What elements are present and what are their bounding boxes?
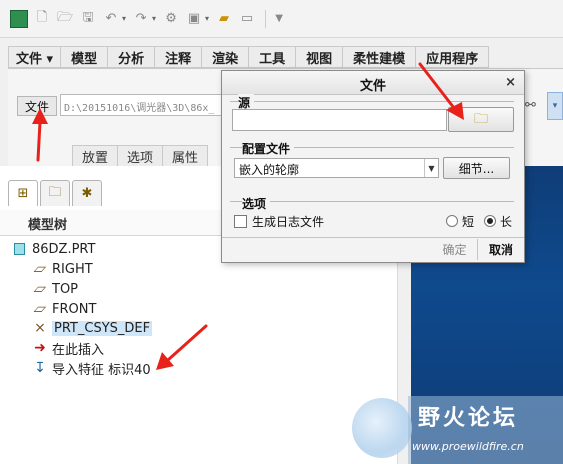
tree-item-import-feature[interactable]: ↧ 导入特征 标识40: [32, 359, 151, 378]
tab-file[interactable]: 文件 ▾: [8, 46, 62, 68]
tab-view[interactable]: 视图: [296, 46, 344, 68]
tab-placement[interactable]: 放置: [72, 145, 119, 167]
folder-icon[interactable]: ▰: [215, 10, 233, 28]
tree-item-label: PRT_CSYS_DEF: [52, 320, 153, 336]
glasses-icon[interactable]: ⚯: [525, 98, 536, 113]
options-dropdown-icon[interactable]: ▾: [547, 92, 563, 120]
cancel-button[interactable]: 取消: [480, 239, 522, 260]
profile-select[interactable]: 嵌入的轮廓 ▼: [234, 158, 439, 178]
radio-short[interactable]: [446, 215, 458, 227]
insert-here-icon: ➜: [34, 340, 46, 356]
datum-plane-icon: ▱: [31, 261, 49, 277]
navigator-tabs: ⊞ 🗀 ✱: [8, 180, 104, 206]
redo-icon[interactable]: ↷: [132, 10, 150, 28]
tree-item-label: 86DZ.PRT: [32, 241, 96, 257]
app-icon[interactable]: [10, 9, 28, 28]
log-file-label: 生成日志文件: [252, 214, 325, 229]
chevron-down-icon[interactable]: ▼: [424, 159, 438, 177]
browse-button[interactable]: 🗀: [448, 107, 514, 132]
log-file-option[interactable]: 生成日志文件: [234, 212, 324, 230]
log-file-checkbox[interactable]: [234, 214, 247, 228]
watermark-text: 野火论坛: [418, 406, 519, 431]
tab-render[interactable]: 渲染: [202, 46, 250, 68]
radio-long-option[interactable]: 长: [484, 212, 512, 230]
source-group: 源: [230, 94, 514, 111]
watermark-url: www.proewildfire.cn: [412, 440, 524, 453]
import-file-button[interactable]: 文件: [17, 96, 57, 116]
datum-plane-icon: ▱: [31, 281, 49, 297]
tab-tools[interactable]: 工具: [249, 46, 297, 68]
source-input[interactable]: [232, 109, 447, 131]
radio-short-option[interactable]: 短: [446, 212, 474, 230]
profile-select-value: 嵌入的轮廓: [239, 163, 300, 177]
save-icon[interactable]: 🖫: [79, 10, 97, 28]
open-icon[interactable]: 🗁: [56, 10, 74, 28]
watermark-logo: [352, 398, 412, 458]
profile-group: 配置文件: [230, 140, 514, 157]
details-button[interactable]: 细节...: [443, 157, 510, 179]
tab-options[interactable]: 选项: [118, 145, 164, 167]
dialog-footer: [222, 237, 524, 262]
tree-item-label: 导入特征 标识40: [52, 362, 151, 378]
folder-open-icon: 🗀: [474, 110, 488, 127]
regenerate-icon[interactable]: ⚙: [162, 10, 180, 28]
close-icon[interactable]: ×: [505, 75, 516, 90]
tree-item-label: FRONT: [52, 301, 97, 317]
folder-browser-tab-icon[interactable]: 🗀: [40, 180, 70, 206]
tree-item-right[interactable]: ▱ RIGHT: [32, 260, 93, 278]
favorites-tab-icon[interactable]: ✱: [72, 180, 102, 206]
windows-icon[interactable]: ▣: [185, 10, 203, 28]
tree-item-part[interactable]: 86DZ.PRT: [14, 240, 95, 258]
dialog-title: 文件: [222, 71, 524, 95]
customize-icon[interactable]: ▼: [270, 10, 288, 28]
tree-item-top[interactable]: ▱ TOP: [32, 280, 78, 298]
tree-item-label: 在此插入: [52, 342, 105, 358]
csys-icon: ⨯: [34, 320, 46, 336]
tree-item-insert-here[interactable]: ➜ 在此插入: [32, 339, 105, 358]
model-tree-tab-icon[interactable]: ⊞: [8, 180, 38, 206]
tree-item-label: RIGHT: [52, 261, 93, 277]
tab-model[interactable]: 模型: [61, 46, 109, 68]
tree-item-front[interactable]: ▱ FRONT: [31, 300, 97, 318]
ribbon-tabs: 文件 ▾ 模型 分析 注释 渲染 工具 视图 柔性建模 应用程序: [8, 46, 490, 68]
tree-item-label: TOP: [52, 281, 79, 297]
radio-short-label: 短: [462, 214, 475, 229]
file-path-field[interactable]: D:\20151016\调光器\3D\86x_: [60, 94, 222, 116]
tab-properties[interactable]: 属性: [163, 145, 209, 167]
ok-button[interactable]: 确定: [432, 239, 478, 260]
import-feature-icon: ↧: [34, 360, 46, 376]
blank-icon[interactable]: ▭: [238, 10, 256, 28]
tab-flexible-modeling[interactable]: 柔性建模: [343, 46, 417, 68]
dashboard-subtabs: 放置 选项 属性: [72, 145, 209, 167]
radio-long-label: 长: [500, 214, 513, 229]
toolbar-separator: [265, 9, 267, 28]
file-import-dialog: 文件 × 源 🗀 配置文件 嵌入的轮廓 ▼ 细节... 选项 生成日志文件 短 …: [221, 70, 525, 263]
options-label: 选项: [242, 195, 271, 212]
windows-dropdown-icon[interactable]: ▾: [205, 14, 209, 23]
part-icon: [14, 243, 25, 255]
tab-applications[interactable]: 应用程序: [416, 46, 490, 68]
tab-analysis[interactable]: 分析: [108, 46, 156, 68]
new-icon[interactable]: 🗋: [33, 10, 51, 28]
datum-plane-icon: ▱: [31, 301, 49, 317]
profile-label: 配置文件: [242, 140, 295, 157]
undo-dropdown-icon[interactable]: ▾: [122, 14, 126, 23]
radio-long[interactable]: [484, 215, 496, 227]
quick-access-toolbar: 🗋 🗁 🖫 ↶ ▾ ↷ ▾ ⚙ ▣ ▾ ▰ ▭ ▼: [0, 0, 563, 38]
undo-icon[interactable]: ↶: [102, 10, 120, 28]
tab-annotate[interactable]: 注释: [155, 46, 203, 68]
redo-dropdown-icon[interactable]: ▾: [152, 14, 156, 23]
tree-item-csys[interactable]: ⨯ PRT_CSYS_DEF: [32, 319, 153, 337]
options-group: 选项: [230, 195, 514, 212]
